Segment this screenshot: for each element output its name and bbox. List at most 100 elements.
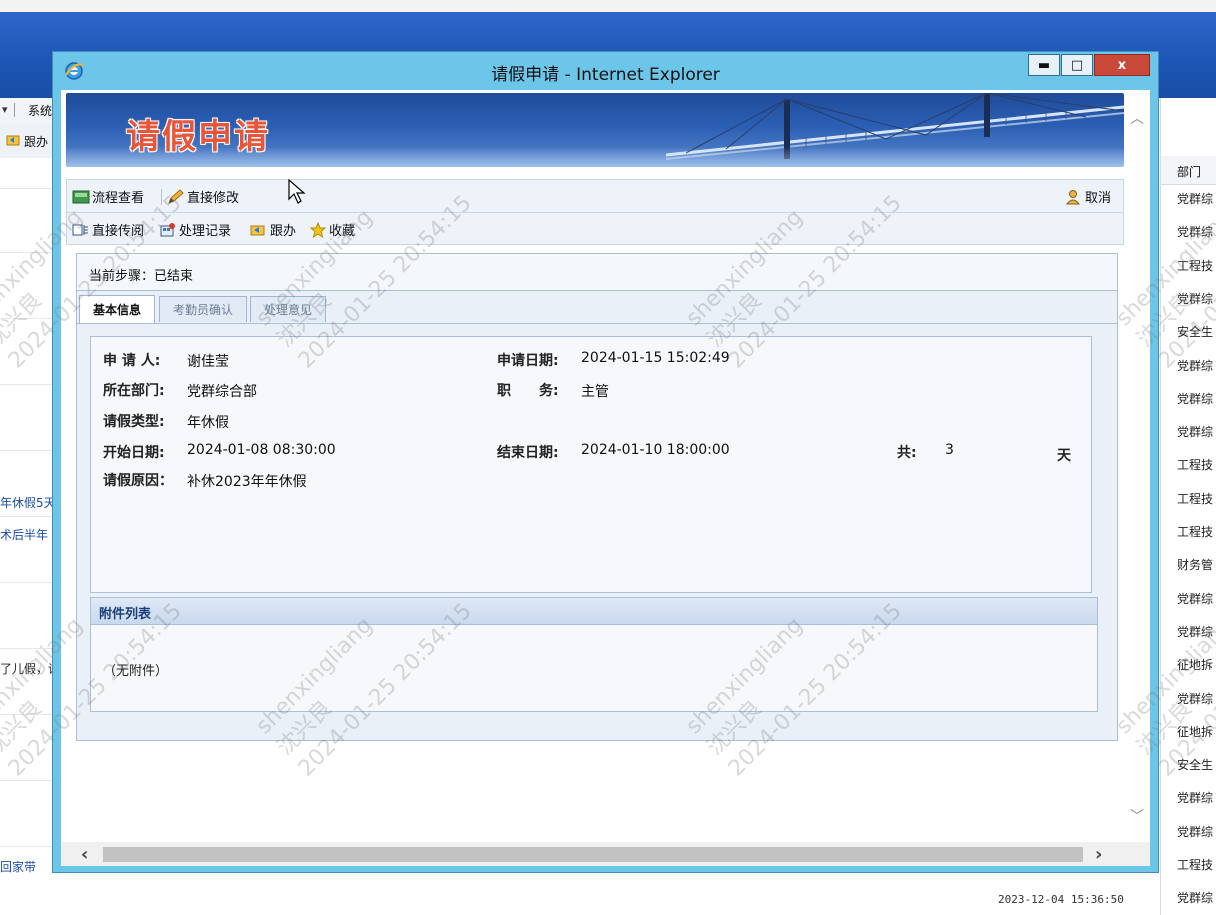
- forward-list-icon: [72, 222, 90, 238]
- toolbar-follow[interactable]: 跟办: [24, 133, 48, 150]
- total-days-value: 3: [945, 442, 954, 458]
- list-item[interactable]: 回家带: [0, 858, 36, 875]
- dept-cell: 党群综: [1177, 225, 1214, 240]
- dept-cell: 财务管: [1177, 558, 1214, 573]
- dept-cell: 党群综: [1177, 391, 1214, 406]
- menu-system[interactable]: 系统: [28, 102, 52, 119]
- row-divider: [0, 252, 60, 253]
- row-divider: [0, 582, 60, 583]
- row-divider: [0, 384, 60, 385]
- banner-title: 请假申请: [126, 117, 270, 157]
- row-divider: [0, 648, 60, 649]
- dept-cell: 安全生: [1177, 325, 1214, 340]
- list-item[interactable]: 术后半年: [0, 526, 48, 543]
- applicant-label: 申 请 人:: [103, 353, 161, 369]
- flow-view-button[interactable]: 流程查看: [72, 187, 144, 206]
- page-banner: 请假申请: [66, 93, 1124, 167]
- dept-header-label: 部门: [1177, 165, 1202, 179]
- cancel-button[interactable]: 取消: [1065, 187, 1111, 206]
- pencil-icon: [167, 188, 185, 205]
- dept-cell: 安全生: [1177, 758, 1214, 773]
- scrollbar-thumb[interactable]: [103, 847, 1083, 862]
- dept-cell: 党群综: [1177, 891, 1214, 906]
- mouse-cursor-icon: [288, 179, 306, 204]
- step-label: 当前步骤：: [89, 269, 155, 284]
- window-title: 请假申请 - Internet Explorer: [491, 65, 720, 85]
- position-label: 职 务:: [497, 383, 559, 399]
- follow-label: 跟办: [270, 224, 297, 239]
- follow-icon: [250, 222, 268, 238]
- current-step: 当前步骤：已结束: [89, 265, 193, 284]
- scroll-left-icon[interactable]: ‹: [81, 844, 88, 865]
- attachments-header: 附件列表: [91, 598, 1097, 625]
- user-cancel-icon: [1065, 189, 1083, 205]
- dept-column-header: 部门: [1161, 156, 1216, 185]
- menu-arrow-icon[interactable]: ▾: [2, 103, 8, 116]
- toolbar-divider: [161, 189, 162, 205]
- reason-value: 补休2023年年休假: [187, 474, 307, 490]
- direct-edit-button[interactable]: 直接修改: [167, 187, 239, 206]
- dept-cell: 党群综: [1177, 691, 1214, 706]
- process-record-button[interactable]: 处理记录: [159, 220, 231, 239]
- star-icon: [309, 221, 327, 238]
- minimize-button[interactable]: ▬: [1028, 54, 1060, 76]
- flow-view-label: 流程查看: [92, 191, 145, 206]
- record-icon: [159, 222, 177, 238]
- direct-forward-button[interactable]: 直接传阅: [72, 220, 144, 239]
- attachments-panel: 附件列表 （无附件）: [90, 597, 1098, 712]
- end-date-value: 2024-01-10 18:00:00: [581, 442, 730, 458]
- menu-divider: [14, 103, 15, 117]
- follow-icon: [6, 133, 22, 151]
- dept-cell: 工程技: [1177, 258, 1214, 273]
- scroll-down-icon[interactable]: ﹀: [1130, 806, 1144, 826]
- scroll-right-icon[interactable]: ›: [1095, 844, 1102, 865]
- dept-cell: 党群综: [1177, 291, 1214, 306]
- end-date-label: 结束日期:: [497, 445, 559, 461]
- dept-cell: 党群综: [1177, 791, 1214, 806]
- dept-cell: 党群综: [1177, 358, 1214, 373]
- no-attachment-text: （无附件）: [103, 664, 169, 679]
- tabs-container: 基本信息 考勤员确认 处理意见 申 请 人: 谢佳莹 申请日期: 2024-01…: [76, 291, 1118, 741]
- horizontal-scrollbar[interactable]: ‹ ›: [61, 842, 1150, 866]
- start-date-label: 开始日期:: [103, 445, 165, 461]
- row-divider: [0, 516, 60, 517]
- days-unit: 天: [1057, 448, 1071, 464]
- applicant-value: 谢佳莹: [187, 354, 229, 370]
- tab-basic-info[interactable]: 基本信息: [79, 295, 155, 323]
- tab-opinions[interactable]: 处理意见: [250, 296, 326, 322]
- cancel-label: 取消: [1085, 191, 1112, 206]
- dept-cell: 工程技: [1177, 458, 1214, 473]
- desktop-top-strip: [0, 0, 1216, 12]
- reason-label: 请假原因：: [103, 473, 173, 489]
- secondary-toolbar: 直接传阅 处理记录 跟办 收藏: [66, 213, 1124, 245]
- dept-cell: 党群综: [1177, 192, 1214, 206]
- dept-label: 所在部门:: [103, 383, 165, 399]
- ie-popup-window: 请假申请 - Internet Explorer ▬ □ x 请假申请 流程查看…: [52, 51, 1159, 873]
- start-date-value: 2024-01-08 08:30:00: [187, 442, 336, 458]
- favorite-button[interactable]: 收藏: [309, 220, 355, 239]
- dept-cell: 征地拆: [1177, 658, 1214, 673]
- list-item[interactable]: 年休假5天: [0, 494, 56, 511]
- follow-button[interactable]: 跟办: [250, 220, 296, 239]
- tab-bar: 基本信息 考勤员确认 处理意见: [77, 293, 1117, 324]
- maximize-button[interactable]: □: [1061, 54, 1093, 76]
- row-divider: [0, 318, 60, 319]
- row-divider: [0, 714, 60, 715]
- close-button[interactable]: x: [1094, 54, 1150, 76]
- list-item[interactable]: 了儿假，请: [0, 660, 60, 677]
- direct-edit-label: 直接修改: [187, 191, 240, 206]
- action-toolbar: 流程查看 直接修改 取消: [66, 179, 1124, 213]
- parent-menubar: ▾ 系统: [0, 98, 60, 125]
- dept-cell: 工程技: [1177, 491, 1214, 506]
- total-label: 共:: [897, 445, 917, 461]
- scroll-up-icon[interactable]: ︿: [1130, 108, 1144, 128]
- row-divider: [0, 780, 60, 781]
- parent-right-column: 部门 党群综 党群综 工程技 党群综 安全生 党群综 党群综 党群综 工程技 工程技 工程技 财务管党…: [1160, 98, 1216, 915]
- row-divider: [0, 188, 60, 189]
- process-record-label: 处理记录: [179, 224, 232, 239]
- window-titlebar[interactable]: 请假申请 - Internet Explorer ▬ □ x: [53, 52, 1158, 90]
- position-value: 主管: [581, 384, 609, 400]
- tab-attendance-confirm[interactable]: 考勤员确认: [159, 296, 247, 322]
- dept-cell: 征地拆: [1177, 724, 1214, 739]
- direct-forward-label: 直接传阅: [92, 224, 145, 239]
